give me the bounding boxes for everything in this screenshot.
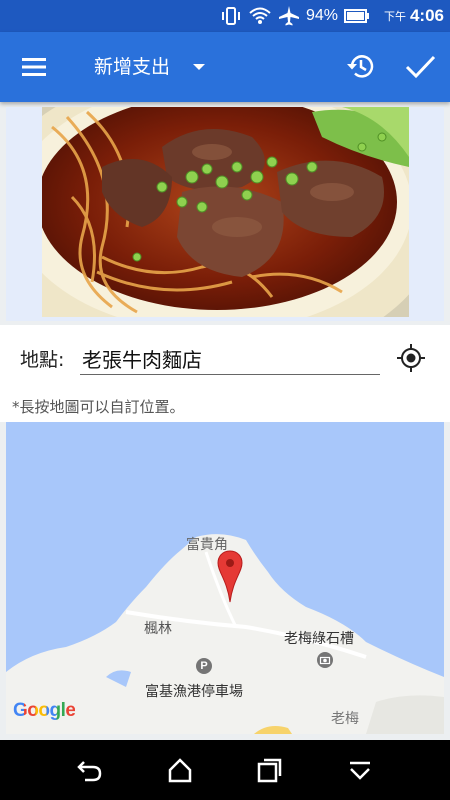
page-title[interactable]: 新增支出 xyxy=(94,54,170,80)
battery-percent: 94% xyxy=(305,7,338,24)
location-label: 地點: xyxy=(20,349,65,371)
dropdown-arrow-icon[interactable] xyxy=(190,61,208,73)
vibrate-icon xyxy=(221,7,240,25)
back-icon[interactable] xyxy=(76,756,104,784)
map-label-parking: 富基漁港停車場 xyxy=(145,684,243,700)
recents-icon[interactable] xyxy=(256,756,284,784)
map-label-cape: 富貴角 xyxy=(186,537,228,553)
location-input-underline xyxy=(80,374,380,375)
history-icon[interactable] xyxy=(344,50,376,82)
status-icons: 94% 下午 4:06 xyxy=(220,0,444,32)
airplane-icon xyxy=(278,6,299,26)
status-bar: 94% 下午 4:06 xyxy=(0,0,450,32)
clock: 4:06 xyxy=(409,6,444,25)
google-logo: Google xyxy=(13,700,76,722)
camera-poi-icon xyxy=(317,652,333,668)
parking-icon: P xyxy=(196,658,212,674)
time-ampm: 下午 xyxy=(383,11,406,23)
battery-icon xyxy=(343,9,369,23)
map-hint-text: *長按地圖可以自訂位置。 xyxy=(12,398,185,416)
menu-icon[interactable] xyxy=(20,54,50,80)
map-label-maple: 楓林 xyxy=(144,621,172,637)
check-icon[interactable] xyxy=(403,50,437,84)
hide-keyboard-icon[interactable] xyxy=(346,756,374,784)
app-toolbar: 新增支出 xyxy=(0,32,450,102)
location-input[interactable]: 老張牛肉麵店 xyxy=(82,344,202,373)
expense-photo[interactable] xyxy=(42,107,409,317)
home-icon[interactable] xyxy=(166,756,194,784)
beef-noodle-photo xyxy=(42,107,409,317)
map-pin-icon[interactable] xyxy=(217,550,243,604)
system-nav-bar xyxy=(0,740,450,800)
google-logo-text: Google xyxy=(13,700,76,721)
location-row xyxy=(0,325,450,390)
wifi-icon xyxy=(249,7,271,24)
map-label-stone-weir: 老梅綠石槽 xyxy=(284,631,354,647)
map-view[interactable]: 富貴角 楓林 P 富基漁港停車場 老梅綠石槽 老梅 Google xyxy=(6,422,444,734)
gps-target-icon[interactable] xyxy=(396,343,426,373)
map-label-laomei: 老梅 xyxy=(331,711,359,727)
